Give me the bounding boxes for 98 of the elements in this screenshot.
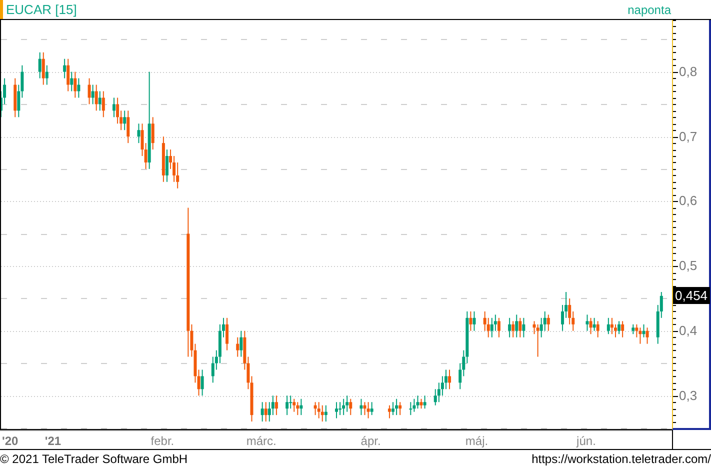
candlestick (63, 58, 66, 79)
candlestick (165, 149, 168, 182)
candlestick (508, 317, 512, 338)
y-axis-label: 0,6 (679, 194, 698, 208)
candlestick (472, 310, 476, 332)
candlestick (338, 402, 342, 416)
candlestick (349, 398, 352, 416)
candlestick (320, 404, 324, 422)
candlestick (137, 123, 140, 144)
candlestick (469, 310, 472, 332)
candlestick (126, 110, 130, 144)
x-axis-label: febr. (150, 434, 174, 448)
last-price-label: 0,454 (673, 286, 710, 304)
candlestick (490, 317, 494, 338)
copyright-text: © 2021 TeleTrader Software GmbH (0, 452, 188, 466)
candlestick (360, 398, 363, 416)
candlestick (200, 369, 204, 396)
candlestick (236, 336, 240, 358)
candlestick (240, 330, 243, 358)
candlestick (398, 402, 402, 416)
candlestick (314, 402, 317, 416)
candlestick (522, 317, 526, 338)
y-axis-label: 0,7 (679, 130, 698, 144)
candlestick (91, 84, 94, 105)
candlestick (546, 314, 550, 332)
x-axis-label: '20 (2, 434, 18, 448)
candlestick (621, 320, 624, 338)
candlestick (88, 78, 91, 105)
candlestick (274, 395, 278, 416)
candlestick (592, 317, 596, 332)
candlestick (300, 398, 303, 416)
candlestick (388, 404, 391, 419)
candlestick (42, 52, 45, 86)
candlestick (335, 402, 338, 419)
candlestick (112, 97, 116, 118)
candlestick (123, 110, 126, 131)
candlestick (38, 52, 42, 79)
y-axis-label: 0,4 (679, 324, 698, 338)
x-axis-label: márc. (246, 434, 276, 448)
candlestick (586, 314, 589, 332)
y-axis-label: 0,5 (679, 259, 698, 274)
candlestick (260, 402, 264, 422)
candlestick (409, 402, 412, 416)
candlestick (646, 327, 649, 344)
x-axis-label: ápr. (360, 434, 381, 448)
candlestick (518, 317, 522, 338)
candlestick (642, 324, 646, 338)
x-axis-label: '21 (44, 434, 62, 448)
candlestick (596, 320, 600, 338)
candlestick (536, 324, 540, 358)
candlestick (292, 398, 296, 412)
symbol-marker (0, 0, 3, 19)
corner-panel (672, 430, 711, 450)
candlestick (296, 402, 300, 416)
candlestick (74, 71, 77, 98)
candlestick (317, 402, 320, 419)
y-axis-label: 0,8 (679, 64, 698, 79)
candlestick (412, 398, 416, 412)
candlestick (589, 317, 592, 335)
candlestick (370, 402, 374, 416)
candlestick (497, 317, 500, 338)
candlestick (66, 58, 70, 92)
candlestick (363, 402, 366, 416)
candlestick (226, 317, 229, 351)
candlestick (512, 320, 515, 338)
candlestick (45, 64, 48, 86)
candlestick (423, 395, 426, 410)
candlestick (515, 314, 518, 338)
candlestick (286, 395, 289, 416)
candlestick (366, 402, 370, 419)
y-axis-label: 0,3 (679, 388, 698, 403)
candlestick (618, 320, 621, 335)
candlestick (420, 398, 423, 410)
interval-label: naponta (628, 2, 671, 16)
candlestick (151, 116, 154, 150)
candlestick (346, 395, 349, 412)
candlestick (289, 395, 292, 410)
candlestick (342, 398, 346, 416)
candlestick (392, 402, 395, 416)
candlestick (264, 402, 268, 422)
candlestick (610, 317, 614, 335)
url-text: https://workstation.teletrader.com/ (532, 452, 711, 466)
candlestick (77, 78, 80, 98)
candlestick (102, 90, 105, 118)
candlestick (606, 317, 610, 335)
candlestick (638, 327, 642, 344)
x-axis-label: jún. (576, 434, 596, 448)
candlestick (632, 324, 635, 335)
candlestick (395, 398, 398, 416)
symbol-label: EUCAR [15] (6, 2, 77, 17)
candlestick (98, 90, 102, 112)
candlestick (416, 395, 420, 410)
candlestick (448, 369, 452, 390)
x-axis-label: máj. (465, 434, 488, 448)
candlestick (197, 369, 200, 396)
candlestick (324, 404, 328, 422)
candlestick (94, 84, 98, 112)
candlestick (70, 71, 74, 92)
